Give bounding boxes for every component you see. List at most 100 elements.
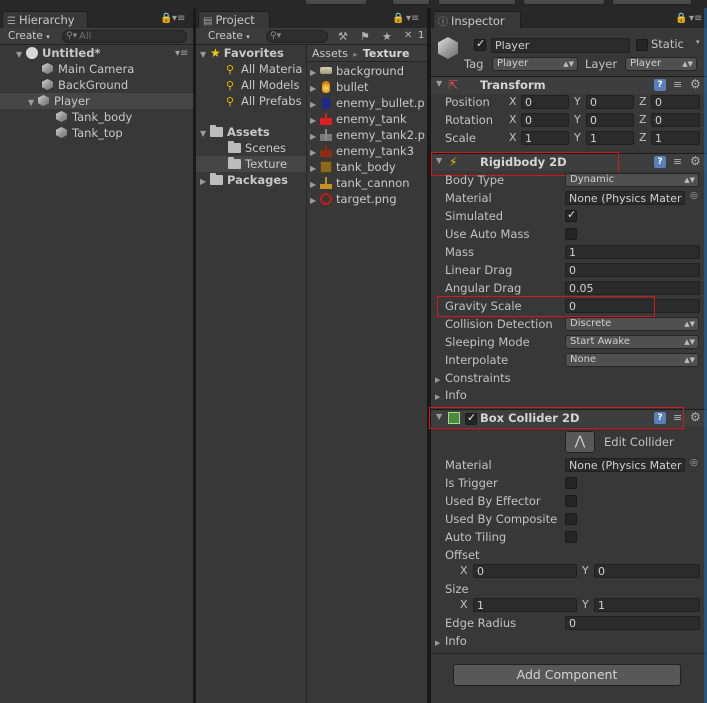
- gear-icon[interactable]: ⚙: [690, 77, 701, 91]
- expand-arrow-icon[interactable]: ▼: [16, 47, 26, 63]
- breadcrumb-assets[interactable]: Assets: [312, 47, 348, 60]
- favorites-item-all-prefabs[interactable]: ⚲ All Prefabs: [226, 93, 302, 109]
- hierarchy-item-player[interactable]: ▼ Player: [28, 93, 90, 109]
- top-toolbar-button-5[interactable]: [612, 0, 692, 5]
- preset-icon[interactable]: ≡: [673, 155, 682, 168]
- scale-x-input[interactable]: 1: [521, 131, 569, 145]
- hierarchy-item-main-camera[interactable]: Main Camera: [42, 61, 134, 77]
- favorites-item-all-materials[interactable]: ⚲ All Materia: [226, 61, 302, 77]
- body-type-dropdown[interactable]: Dynamic ▲▼: [565, 173, 699, 187]
- tab-project[interactable]: ▤ Project: [198, 11, 270, 28]
- top-toolbar-button-1[interactable]: [305, 0, 367, 5]
- assets-item-texture[interactable]: Texture: [228, 156, 287, 172]
- asset-file-background[interactable]: ▶ background: [310, 63, 404, 79]
- is-trigger-checkbox[interactable]: [565, 477, 577, 489]
- tab-hierarchy[interactable]: ☰ Hierarchy: [2, 11, 88, 28]
- mass-input[interactable]: 1: [565, 245, 700, 259]
- tab-inspector[interactable]: ⓘ Inspector: [433, 11, 521, 28]
- asset-file-enemy-tank[interactable]: ▶ enemy_tank: [310, 111, 407, 127]
- panel-menu-icon[interactable]: ▾≡: [406, 13, 419, 24]
- rotation-y-input[interactable]: 0: [586, 113, 634, 127]
- expand-arrow-icon[interactable]: ▼: [200, 126, 210, 142]
- asset-file-bullet[interactable]: ▶ bullet: [310, 79, 369, 95]
- hierarchy-create-dropdown[interactable]: Create ▾: [4, 30, 52, 43]
- help-icon[interactable]: ?: [654, 156, 666, 168]
- size-y-input[interactable]: 1: [594, 598, 700, 612]
- active-toggle-checkbox[interactable]: [474, 37, 486, 51]
- offset-y-label[interactable]: Y: [582, 563, 589, 579]
- preset-icon[interactable]: ≡: [673, 78, 682, 91]
- rotation-z-label[interactable]: Z: [639, 112, 647, 128]
- packages-folder-row[interactable]: ▶ Packages: [200, 172, 288, 188]
- gear-icon[interactable]: ⚙: [690, 154, 701, 168]
- asset-file-tank-cannon[interactable]: ▶ tank_cannon: [310, 175, 410, 191]
- transform-component-header[interactable]: ▼ ⇱ Transform ? ≡ ⚙: [431, 76, 707, 94]
- assets-folder-row[interactable]: ▼ Assets: [200, 124, 270, 140]
- hierarchy-item-tank-body[interactable]: Tank_body: [56, 109, 132, 125]
- favorites-row[interactable]: ▼ ★ Favorites: [200, 45, 284, 61]
- top-toolbar-button-3[interactable]: [438, 0, 516, 5]
- breadcrumb-texture[interactable]: Texture: [363, 47, 410, 60]
- collapse-arrow-icon[interactable]: ▶: [310, 193, 320, 209]
- used-by-effector-checkbox[interactable]: [565, 495, 577, 507]
- project-search-input[interactable]: ⚲▾: [266, 30, 328, 43]
- collapse-arrow-icon[interactable]: ▶: [435, 372, 445, 388]
- lock-icon[interactable]: 🔒: [160, 13, 172, 24]
- sleeping-mode-dropdown[interactable]: Start Awake ▲▼: [565, 335, 699, 349]
- favorite-star-icon[interactable]: ★: [382, 30, 392, 43]
- asset-file-tank-body[interactable]: ▶ tank_body: [310, 159, 396, 175]
- scale-z-label[interactable]: Z: [639, 130, 647, 146]
- rb-info-foldout[interactable]: ▶ Info: [435, 387, 467, 403]
- asset-file-enemy-bullet[interactable]: ▶ enemy_bullet.p: [310, 95, 425, 111]
- tag-dropdown[interactable]: Player ▲▼: [492, 57, 578, 71]
- gear-icon[interactable]: ⚙: [690, 410, 701, 424]
- lock-icon[interactable]: 🔒: [675, 13, 687, 24]
- size-x-label[interactable]: X: [460, 597, 468, 613]
- top-toolbar-button-2[interactable]: [392, 0, 430, 5]
- scale-y-label[interactable]: Y: [574, 130, 581, 146]
- panel-menu-icon[interactable]: ▾≡: [689, 13, 702, 24]
- hierarchy-item-tank-top[interactable]: Tank_top: [56, 125, 123, 141]
- simulated-checkbox[interactable]: [565, 208, 577, 222]
- position-y-input[interactable]: 0: [586, 95, 634, 109]
- lock-icon[interactable]: 🔒: [392, 13, 404, 24]
- hierarchy-search-input[interactable]: ⚲▾ All: [62, 30, 187, 43]
- expand-arrow-icon[interactable]: ▼: [28, 95, 38, 111]
- bc-info-foldout[interactable]: ▶ Info: [435, 633, 467, 649]
- object-picker-icon[interactable]: ◎: [690, 191, 698, 201]
- auto-tiling-checkbox[interactable]: [565, 531, 577, 543]
- static-dropdown-arrow-icon[interactable]: ▾: [696, 38, 700, 46]
- scene-menu-icon[interactable]: ▾≡: [175, 48, 188, 59]
- position-z-label[interactable]: Z: [639, 94, 647, 110]
- asset-file-enemy-tank3[interactable]: ▶ enemy_tank3: [310, 143, 414, 159]
- position-x-label[interactable]: X: [509, 94, 517, 110]
- collapse-arrow-icon[interactable]: ▶: [435, 635, 445, 651]
- size-x-input[interactable]: 1: [473, 598, 577, 612]
- add-component-button[interactable]: Add Component: [453, 664, 681, 686]
- hidden-packages-icon[interactable]: ✕: [404, 30, 412, 41]
- scale-y-input[interactable]: 1: [586, 131, 634, 145]
- rotation-x-input[interactable]: 0: [521, 113, 569, 127]
- collision-detection-dropdown[interactable]: Discrete ▲▼: [565, 317, 699, 331]
- filter-label-icon[interactable]: ⚑: [360, 30, 370, 43]
- layer-dropdown[interactable]: Player ▲▼: [625, 57, 697, 71]
- assets-item-scenes[interactable]: Scenes: [228, 140, 286, 156]
- expand-arrow-icon[interactable]: ▼: [200, 47, 210, 63]
- asset-file-target[interactable]: ▶ target.png: [310, 191, 397, 207]
- collapse-arrow-icon[interactable]: ▶: [435, 389, 445, 405]
- interpolate-dropdown[interactable]: None ▲▼: [565, 353, 699, 367]
- edit-collider-button[interactable]: ⋀: [565, 431, 595, 453]
- rotation-y-label[interactable]: Y: [574, 112, 581, 128]
- fold-arrow-icon[interactable]: ▼: [436, 79, 442, 88]
- bc-material-field[interactable]: None (Physics Mater: [565, 458, 685, 472]
- edge-radius-input[interactable]: 0: [565, 616, 700, 630]
- scale-x-label[interactable]: X: [509, 130, 517, 146]
- rotation-z-input[interactable]: 0: [651, 113, 700, 127]
- object-name-input[interactable]: Player: [491, 38, 630, 53]
- position-z-input[interactable]: 0: [651, 95, 700, 109]
- linear-drag-input[interactable]: 0: [565, 263, 700, 277]
- position-x-input[interactable]: 0: [521, 95, 569, 109]
- favorites-item-all-models[interactable]: ⚲ All Models: [226, 77, 299, 93]
- use-auto-mass-checkbox[interactable]: [565, 228, 577, 240]
- offset-y-input[interactable]: 0: [594, 564, 700, 578]
